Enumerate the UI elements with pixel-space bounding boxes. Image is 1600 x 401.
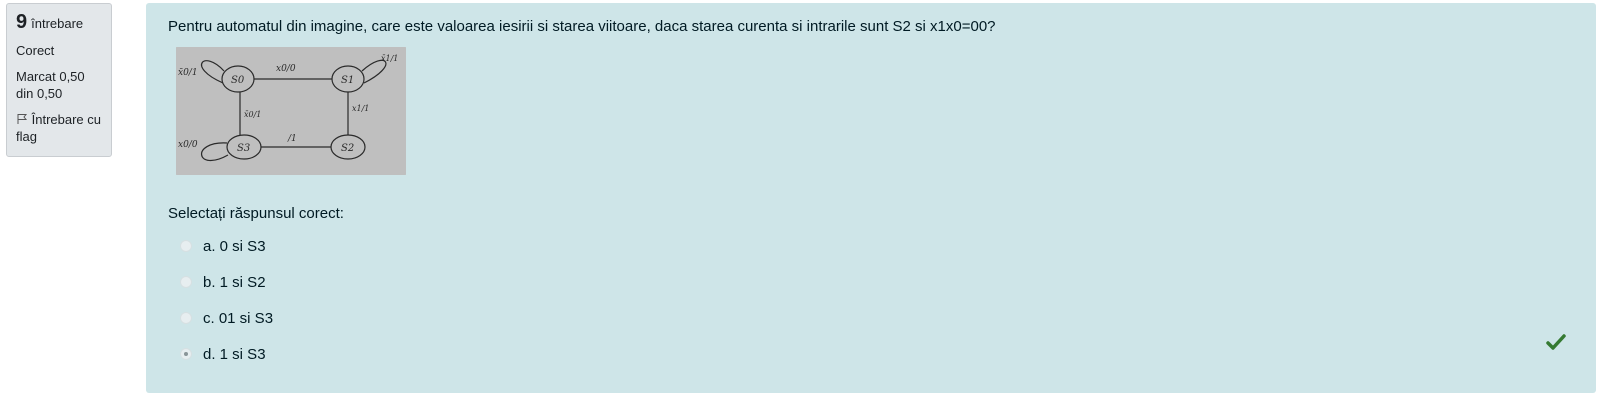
flag-question-link[interactable]: Întrebare cu flag <box>16 111 111 145</box>
answer-radio[interactable] <box>180 276 192 288</box>
answer-option-c[interactable]: c. 01 si S3 <box>180 300 1574 336</box>
question-info-panel: 9 întrebare Corect Marcat 0,50 din 0,50 … <box>6 3 112 157</box>
answer-option-a[interactable]: a. 0 si S3 <box>180 228 1574 264</box>
transition-label: x0/0 <box>276 64 296 74</box>
answer-list: a. 0 si S3 b. 1 si S2 c. 01 si S3 d. 1 s… <box>180 228 1574 372</box>
question-number: 9 <box>16 11 28 33</box>
state-label: S0 <box>231 75 245 86</box>
answer-label: c. 01 si S3 <box>203 309 274 327</box>
question-number-row: 9 întrebare <box>16 11 111 33</box>
answer-option-b[interactable]: b. 1 si S2 <box>180 264 1574 300</box>
question-content: Pentru automatul din imagine, care este … <box>146 3 1596 393</box>
transition-label: x0/0 <box>178 140 198 150</box>
mark-line-2: din 0,50 <box>16 86 63 101</box>
answer-radio[interactable] <box>180 312 192 324</box>
question-status: Corect <box>16 43 55 58</box>
answer-label: a. 0 si S3 <box>203 237 266 255</box>
flag-label: Întrebare cu flag <box>16 112 101 144</box>
mark-line-1: Marcat 0,50 <box>16 69 85 84</box>
transition-label: x̄1/1 <box>381 54 398 63</box>
correct-check-icon <box>1546 334 1566 350</box>
state-label: S1 <box>341 75 354 86</box>
question-word: întrebare <box>31 16 84 31</box>
state-diagram-image: S0 S1 S2 S3 x̄0/1 x0/0 x̄1/1 x̄0/1 x1/1 … <box>176 47 406 175</box>
state-label: S3 <box>237 143 250 154</box>
answer-radio[interactable] <box>180 240 192 252</box>
transition-label: x̄0/1 <box>244 110 261 119</box>
answer-label: d. 1 si S3 <box>203 345 266 363</box>
question-mark: Marcat 0,50 din 0,50 <box>16 68 111 102</box>
state-label: S2 <box>341 143 354 154</box>
question-text: Pentru automatul din imagine, care este … <box>168 18 996 35</box>
answer-radio-selected[interactable] <box>180 348 192 360</box>
transition-label: x̄0/1 <box>178 68 198 78</box>
flag-icon <box>17 114 28 124</box>
answer-prompt: Selectați răspunsul corect: <box>168 205 344 222</box>
answer-option-d[interactable]: d. 1 si S3 <box>180 336 1574 372</box>
transition-label: x1/1 <box>352 104 369 113</box>
transition-label: /1 <box>287 134 297 144</box>
answer-label: b. 1 si S2 <box>203 273 266 291</box>
